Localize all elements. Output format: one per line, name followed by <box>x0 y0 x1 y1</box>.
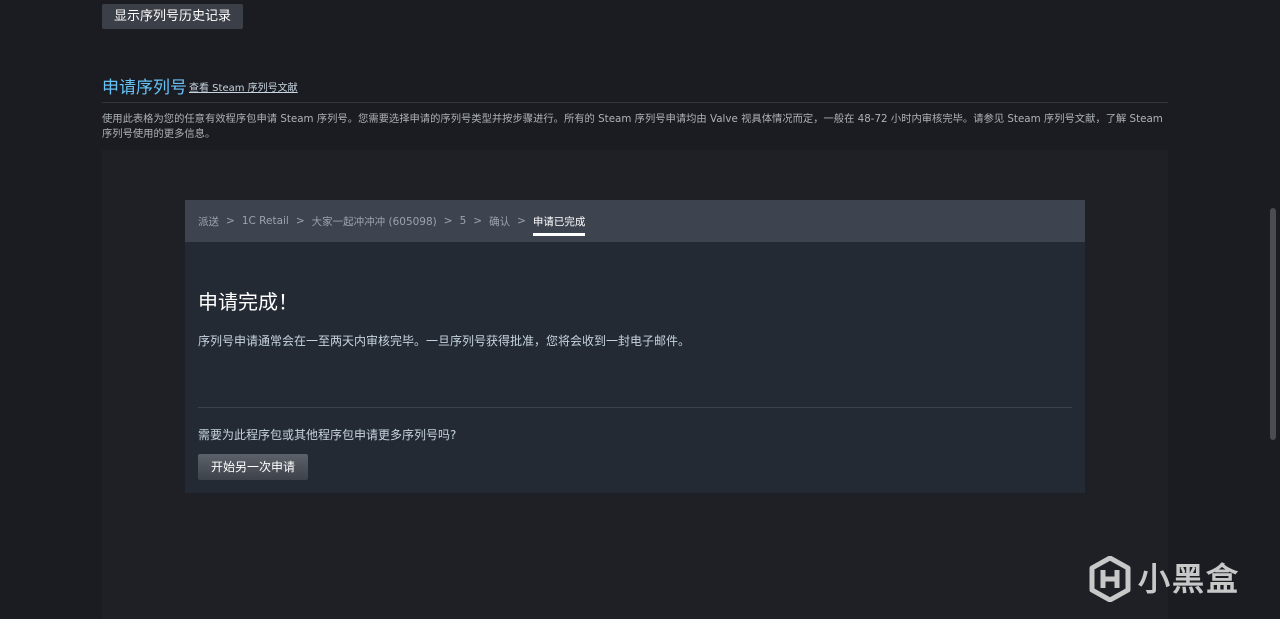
section-description: 使用此表格为您的任意有效程序包申请 Steam 序列号。您需要选择申请的序列号类… <box>102 113 1163 140</box>
breadcrumb-item-distribute[interactable]: 派送 <box>198 214 219 229</box>
page: 显示序列号历史记录 申请序列号 查看 Steam 序列号文献 使用此表格为您的任… <box>0 0 1280 619</box>
divider <box>198 407 1072 408</box>
breadcrumb-item-retail[interactable]: 1C Retail <box>242 215 289 227</box>
watermark: 小黑盒 <box>1088 556 1240 602</box>
heybox-logo-icon <box>1089 556 1131 602</box>
start-new-request-button[interactable]: 开始另一次申请 <box>198 454 309 480</box>
watermark-text: 小黑盒 <box>1138 560 1241 598</box>
more-keys-question: 需要为此程序包或其他程序包申请更多序列号吗? <box>198 428 457 442</box>
section-header: 申请序列号 查看 Steam 序列号文献 <box>102 78 1168 103</box>
key-documentation-link[interactable]: 查看 Steam 序列号文献 <box>189 82 298 95</box>
breadcrumb: 派送 > 1C Retail > 大家一起冲冲冲 (605098) > 5 > … <box>185 200 1085 242</box>
breadcrumb-separator: > <box>517 215 526 227</box>
show-key-history-button[interactable]: 显示序列号历史记录 <box>102 4 244 29</box>
section-title: 申请序列号 <box>102 78 187 98</box>
result-title: 申请完成！ <box>198 290 298 314</box>
breadcrumb-separator: > <box>295 215 305 227</box>
breadcrumb-separator: > <box>473 215 483 227</box>
scrollbar-thumb[interactable] <box>1270 208 1276 440</box>
breadcrumb-item-package[interactable]: 大家一起冲冲冲 (605098) <box>312 214 437 229</box>
breadcrumb-separator: > <box>226 215 235 227</box>
breadcrumb-item-confirm[interactable]: 确认 <box>489 214 510 229</box>
breadcrumb-item-quantity[interactable]: 5 <box>460 215 467 227</box>
breadcrumb-separator: > <box>443 215 453 227</box>
breadcrumb-item-completed: 申请已完成 <box>532 215 586 236</box>
request-complete-card: 派送 > 1C Retail > 大家一起冲冲冲 (605098) > 5 > … <box>185 200 1085 493</box>
result-message: 序列号申请通常会在一至两天内审核完毕。一旦序列号获得批准，您将会收到一封电子邮件… <box>198 334 691 348</box>
